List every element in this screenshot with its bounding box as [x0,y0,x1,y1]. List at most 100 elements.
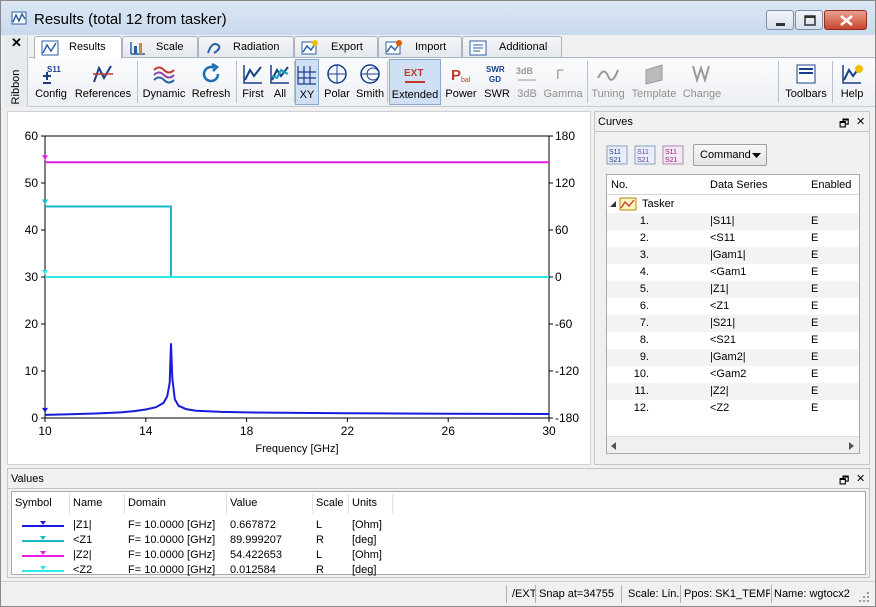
scroll-right-icon[interactable] [849,442,855,450]
column-header-units[interactable]: Units [352,497,377,509]
tab-scale[interactable]: Scale [122,36,198,58]
command-dropdown[interactable]: Command [693,144,767,166]
column-header-name[interactable]: Name [73,497,102,509]
minimize-button[interactable] [766,10,794,30]
x-tick-label: 18 [240,424,254,438]
gamma-button[interactable]: Γ Gamma [542,59,584,105]
value-row[interactable]: <Z1 F= 10.0000 [GHz] 89.999207 R [deg] [12,533,867,548]
tree-group-tasker[interactable]: Tasker [607,196,859,213]
value-scale: R [316,564,324,576]
curve-row[interactable]: 2. <S11 E [607,230,859,247]
resize-grip-icon[interactable] [858,591,870,603]
all-button[interactable]: All [267,59,293,105]
swr-icon-text: SWR [486,65,505,74]
refresh-button[interactable]: Refresh [189,59,233,105]
smith-button[interactable]: Smith [354,59,386,105]
toolbars-icon [796,64,816,84]
help-button[interactable]: Help [835,59,869,105]
column-header-value[interactable]: Value [230,497,257,509]
column-header-enabled[interactable]: Enabled [811,179,851,191]
value-row[interactable]: <Z2 F= 10.0000 [GHz] 0.012584 R [deg] [12,563,867,578]
tab-radiation[interactable]: Radiation [198,36,294,58]
references-button[interactable]: References [73,59,133,105]
column-divider [69,494,70,514]
s11-s21-icon[interactable]: S11S21 [606,145,628,165]
power-pbal-icon: Pbal [451,67,471,84]
scroll-left-icon[interactable] [611,442,617,450]
curve-row[interactable]: 12. <Z2 E [607,400,859,417]
curves-close-button[interactable]: ✕ [856,115,865,128]
column-header-data-series[interactable]: Data Series [710,179,767,191]
status-scale: Scale: Lin. [628,588,680,600]
curve-row[interactable]: 11. |Z2| E [607,383,859,400]
first-button[interactable]: First [239,59,267,105]
results-chart[interactable]: 10 14 18 22 26 306050403020100180120600-60-12… [8,112,590,464]
curve-number: 12. [633,402,649,414]
value-row[interactable]: |Z1| F= 10.0000 [GHz] 0.667872 L [Ohm] [12,518,867,533]
status-name: Name: wgtocx2 [774,588,850,600]
tuning-button[interactable]: Tuning [589,59,627,105]
curve-row[interactable]: 3. |Gam1| E [607,247,859,264]
toolbar-separator [387,61,388,103]
close-window-button[interactable] [824,10,867,30]
value-name: |Z2| [73,549,92,561]
status-mode: /EXT [512,588,537,600]
curve-enabled: E [811,351,819,363]
y-left-tick-label: 30 [25,270,39,284]
xy-button[interactable]: XY [295,59,319,105]
3db-button[interactable]: 3dB 3dB [513,59,541,105]
tab-additional[interactable]: Additional [462,36,562,58]
s11-icon-text: S11 [609,149,621,156]
dynamic-button[interactable]: Dynamic [141,59,187,105]
smith-label: Smith [355,88,385,100]
curve-row[interactable]: 1. |S11| E [607,213,859,230]
s11-s21-select-icon[interactable]: S11S21 [662,145,684,165]
values-close-button[interactable]: ✕ [856,472,865,485]
values-panel-header: Values 🗗 ✕ [8,469,869,489]
curve-row[interactable]: 9. |Gam2| E [607,349,859,366]
ribbon-toolbar: S11 Config References Dynamic Refresh Fi… [29,57,875,107]
x-tick-label: 22 [341,424,355,438]
curve-row[interactable]: 4. <Gam1 E [607,264,859,281]
swr-label: SWR [484,88,510,100]
curve-row[interactable]: 5. |Z1| E [607,281,859,298]
polar-label: Polar [324,88,350,100]
values-float-button[interactable]: 🗗 [839,472,849,491]
column-header-scale[interactable]: Scale [316,497,344,509]
tab-import[interactable]: Import [378,36,462,58]
change-button[interactable]: Change [680,59,724,105]
config-button[interactable]: S11 Config [33,59,69,105]
first-chart-icon [243,65,262,84]
extended-button[interactable]: EXT Extended [389,59,441,105]
expand-triangle-icon[interactable] [609,200,617,208]
app-window: Results (total 12 from tasker) ✕ Ribbon … [0,0,876,607]
curve-row[interactable]: 6. <Z1 E [607,298,859,315]
tab-export[interactable]: Export [294,36,378,58]
dynamic-wave-icon [153,66,175,84]
curve-row[interactable]: 10. <Gam2 E [607,366,859,383]
ribbon-close-button[interactable]: ✕ [11,35,22,51]
curve-row[interactable]: 7. |S21| E [607,315,859,332]
config-label: Config [35,88,67,100]
maximize-button[interactable] [795,10,823,30]
curves-float-button[interactable]: 🗗 [839,115,849,134]
curves-horizontal-scrollbar[interactable] [607,436,859,453]
toolbar-separator [832,61,833,103]
column-header-domain[interactable]: Domain [128,497,166,509]
polar-button[interactable]: Polar [320,59,354,105]
power-button[interactable]: Pbal Power [442,59,480,105]
toolbar-separator [137,61,138,103]
value-row[interactable]: |Z2| F= 10.0000 [GHz] 54.422653 L [Ohm] [12,548,867,563]
curve-row[interactable]: 8. <S21 E [607,332,859,349]
column-header-symbol[interactable]: Symbol [15,497,52,509]
value-units: [deg] [352,534,377,546]
column-header-no[interactable]: No. [611,179,628,191]
swr-button[interactable]: SWR GD SWR [481,59,513,105]
x-tick-label: 14 [139,424,153,438]
toolbars-button[interactable]: Toolbars [783,59,829,105]
plot-panel[interactable]: 10 14 18 22 26 30 60 50 40 30 20 10 0 180 120 60 0 -60 -12… [7,111,591,465]
s11-s21-toggle-icon[interactable]: S11S21 [634,145,656,165]
tab-results[interactable]: Results [34,36,122,59]
s21-icon-text: S21 [637,157,650,164]
template-button[interactable]: Template [629,59,679,105]
